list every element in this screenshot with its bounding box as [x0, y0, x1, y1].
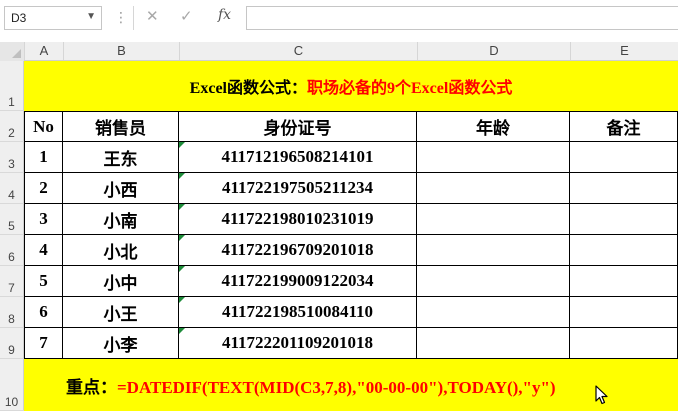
cell-seller[interactable]: 小西 — [63, 173, 179, 204]
comment-marker-icon — [179, 328, 185, 334]
cell-seller[interactable]: 小北 — [63, 235, 179, 266]
column-header-b[interactable]: B — [63, 42, 179, 60]
formula-note: 重点：=DATEDIF(TEXT(MID(C3,7,8),"00-00-00")… — [66, 373, 556, 398]
cell-id-text: 411722197505211234 — [221, 178, 374, 197]
column-header-d[interactable]: D — [417, 42, 570, 60]
row-header-8[interactable]: 8 — [0, 297, 24, 328]
cell-age[interactable] — [417, 173, 570, 204]
cell-id-text: 411722196709201018 — [221, 240, 374, 259]
cell-id[interactable]: 411722196709201018 — [179, 235, 417, 266]
comment-marker-icon — [179, 235, 185, 241]
name-box-value: D3 — [11, 11, 27, 25]
cell-id-text: 411722199009122034 — [221, 271, 374, 290]
comment-marker-icon — [179, 297, 185, 303]
row-header-10[interactable]: 10 — [0, 359, 24, 411]
mouse-pointer-icon — [595, 385, 608, 405]
cell-id[interactable]: 411722199009122034 — [179, 266, 417, 297]
formula-note-label: 重点： — [66, 378, 117, 397]
cell-remark[interactable] — [570, 204, 678, 235]
formula-note-cell[interactable]: 重点：=DATEDIF(TEXT(MID(C3,7,8),"00-00-00")… — [24, 359, 678, 411]
row-header-4[interactable]: 4 — [0, 173, 24, 204]
cell-age[interactable] — [417, 142, 570, 173]
cell-no[interactable]: 5 — [24, 266, 63, 297]
cell-age[interactable] — [417, 235, 570, 266]
more-options-icon[interactable]: ⋮ — [114, 9, 128, 26]
header-cell-no[interactable]: No — [24, 111, 63, 142]
comment-marker-icon — [179, 204, 185, 210]
cell-remark[interactable] — [570, 142, 678, 173]
cell-id[interactable]: 411722201109201018 — [179, 328, 417, 359]
comment-marker-icon — [179, 173, 185, 179]
header-cell-remark[interactable]: 备注 — [570, 111, 678, 142]
cell-seller[interactable]: 小中 — [63, 266, 179, 297]
header-cell-id[interactable]: 身份证号 — [179, 111, 417, 142]
column-headers: A B C D E — [0, 42, 678, 61]
cell-id[interactable]: 411722198510084110 — [179, 297, 417, 328]
cell-seller[interactable]: 小王 — [63, 297, 179, 328]
row-header-2[interactable]: 2 — [0, 111, 24, 142]
formula-note-formula: =DATEDIF(TEXT(MID(C3,7,8),"00-00-00"),TO… — [117, 378, 556, 397]
cell-id[interactable]: 411722198010231019 — [179, 204, 417, 235]
insert-function-icon[interactable]: fx — [218, 7, 231, 23]
title-prefix: Excel函数公式： — [189, 80, 307, 97]
cell-no[interactable]: 6 — [24, 297, 63, 328]
chevron-down-icon[interactable]: ▼ — [86, 11, 96, 22]
cell-age[interactable] — [417, 328, 570, 359]
cell-id-text: 411722198510084110 — [221, 302, 374, 321]
column-header-e[interactable]: E — [570, 42, 678, 60]
cell-no[interactable]: 4 — [24, 235, 63, 266]
cell-age[interactable] — [417, 297, 570, 328]
cell-id[interactable]: 411712196508214101 — [179, 142, 417, 173]
column-header-c[interactable]: C — [179, 42, 417, 60]
cancel-icon[interactable]: ✕ — [146, 7, 159, 25]
cell-remark[interactable] — [570, 235, 678, 266]
name-box[interactable]: D3 ▼ — [4, 6, 102, 30]
cell-no[interactable]: 2 — [24, 173, 63, 204]
cell-no[interactable]: 1 — [24, 142, 63, 173]
cell-id-text: 411722201109201018 — [221, 333, 374, 352]
formula-bar: D3 ▼ ⋮ ✕ ✓ fx — [0, 0, 678, 36]
comment-marker-icon — [179, 266, 185, 272]
cell-id-text: 411722198010231019 — [221, 209, 374, 228]
cell-age[interactable] — [417, 266, 570, 297]
title-highlight: 职场必备的9个Excel函数公式 — [307, 80, 513, 97]
cell-id[interactable]: 411722197505211234 — [179, 173, 417, 204]
cell-remark[interactable] — [570, 266, 678, 297]
cell-id-text: 411712196508214101 — [221, 147, 374, 166]
select-all-icon — [12, 49, 21, 58]
column-header-a[interactable]: A — [24, 42, 63, 60]
row-header-3[interactable]: 3 — [0, 142, 24, 173]
row-header-6[interactable]: 6 — [0, 235, 24, 266]
cell-remark[interactable] — [570, 297, 678, 328]
header-cell-seller[interactable]: 销售员 — [63, 111, 179, 142]
formula-bar-divider — [133, 6, 134, 30]
row-header-1[interactable]: 1 — [0, 61, 24, 111]
header-cell-age[interactable]: 年龄 — [417, 111, 570, 142]
row-header-7[interactable]: 7 — [0, 266, 24, 297]
row-header-9[interactable]: 9 — [0, 328, 24, 359]
title-cell[interactable]: Excel函数公式： 职场必备的9个Excel函数公式 — [24, 61, 678, 111]
cell-age[interactable] — [417, 204, 570, 235]
cell-seller[interactable]: 小李 — [63, 328, 179, 359]
select-all-button[interactable] — [0, 42, 24, 61]
cell-no[interactable]: 7 — [24, 328, 63, 359]
cell-remark[interactable] — [570, 328, 678, 359]
cell-no[interactable]: 3 — [24, 204, 63, 235]
enter-check-icon[interactable]: ✓ — [180, 7, 193, 25]
cell-remark[interactable] — [570, 173, 678, 204]
cell-seller[interactable]: 王东 — [63, 142, 179, 173]
formula-input[interactable] — [246, 6, 678, 30]
row-header-5[interactable]: 5 — [0, 204, 24, 235]
comment-marker-icon — [179, 142, 185, 148]
cell-seller[interactable]: 小南 — [63, 204, 179, 235]
